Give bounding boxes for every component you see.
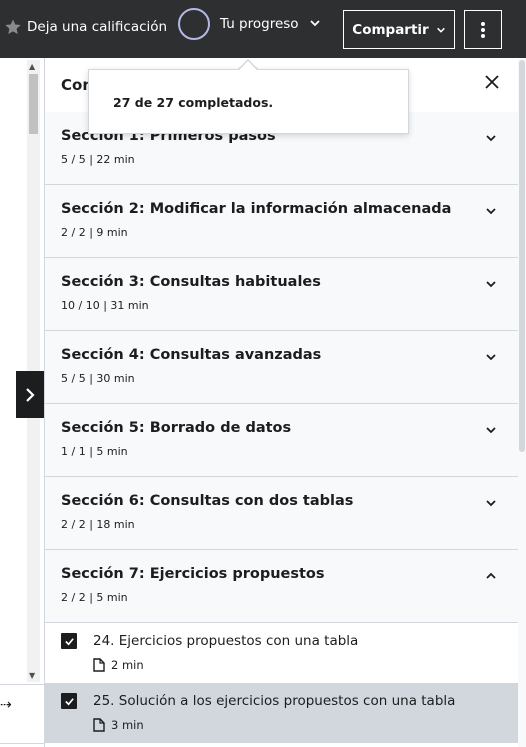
more-vertical-icon [481,21,485,38]
section-meta: 5 / 5 | 30 min [61,372,135,385]
section-title: Sección 5: Borrado de datos [61,420,292,436]
arrow-right-icon[interactable]: ⇢ [0,697,12,713]
section-title: Sección 7: Ejercicios propuestos [61,566,325,582]
section-meta: 5 / 5 | 22 min [61,153,135,166]
section-meta: 1 / 1 | 5 min [61,445,128,458]
checkmark-icon [64,637,74,645]
chevron-up-icon [486,572,496,579]
scroll-up-icon[interactable]: ▲ [29,62,35,71]
chevron-down-icon [436,27,445,33]
lesson-duration: 2 min [111,658,144,672]
lesson-checkbox[interactable] [61,693,77,709]
section-title: Sección 4: Consultas avanzadas [61,347,322,363]
star-icon [5,19,21,35]
lesson-item[interactable]: 24. Ejercicios propuestos con una tabla … [45,623,518,683]
section-title: Sección 6: Consultas con dos tablas [61,493,354,509]
lesson-checkbox[interactable] [61,633,77,649]
chevron-down-icon [486,281,496,288]
lesson-title: 25. Solución a los ejercicios propuestos… [93,693,456,709]
scroll-down-icon[interactable]: ▼ [29,671,35,680]
section-meta: 2 / 2 | 18 min [61,518,135,531]
checkmark-icon [64,697,74,705]
scroll-thumb[interactable] [29,74,38,134]
section-title: Sección 3: Consultas habituales [61,274,321,290]
lesson-item-active[interactable]: 25. Solución a los ejercicios propuestos… [45,683,518,743]
section-6[interactable]: Sección 6: Consultas con dos tablas 2 / … [45,477,518,550]
section-meta: 2 / 2 | 9 min [61,226,128,239]
document-icon [93,718,105,732]
section-5[interactable]: Sección 5: Borrado de datos 1 / 1 | 5 mi… [45,404,518,477]
lesson-duration: 3 min [111,718,144,732]
chevron-down-icon [486,135,496,142]
progress-tooltip-text: 27 de 27 completados. [113,95,274,110]
tooltip-arrow [238,61,258,71]
progress-label: Tu progreso [220,16,299,32]
right-scroll-thumb[interactable] [519,60,525,452]
rate-course-button[interactable]: Deja una calificación [4,18,167,36]
share-label: Compartir [352,21,429,38]
chevron-down-icon [486,427,496,434]
document-icon [93,658,105,672]
lesson-meta: 3 min [93,718,144,732]
chevron-down-icon [486,354,496,361]
chevron-down-icon [486,500,496,507]
course-content-sidebar: Contenido del curso Sección 1: Primeros … [44,58,518,747]
section-meta: 2 / 2 | 5 min [61,591,128,604]
share-button[interactable]: Compartir [343,10,455,49]
divider [0,743,44,744]
progress-ring-icon [178,8,210,40]
lesson-meta: 2 min [93,658,144,672]
section-3[interactable]: Sección 3: Consultas habituales 10 / 10 … [45,258,518,331]
chevron-down-icon [309,20,320,27]
section-4[interactable]: Sección 4: Consultas avanzadas 5 / 5 | 3… [45,331,518,404]
progress-button[interactable]: Tu progreso [178,8,321,40]
top-bar: Deja una calificación Tu progreso Compar… [0,0,526,58]
section-meta: 10 / 10 | 31 min [61,299,149,312]
progress-tooltip: 27 de 27 completados. [88,69,409,134]
rate-course-label: Deja una calificación [27,19,168,35]
section-title: Sección 2: Modificar la información alma… [61,201,452,217]
lesson-title: 24. Ejercicios propuestos con una tabla [93,633,359,649]
section-7[interactable]: Sección 7: Ejercicios propuestos 2 / 2 |… [45,550,518,623]
close-icon[interactable] [485,75,499,89]
chevron-down-icon [486,208,496,215]
more-options-button[interactable] [464,10,502,49]
divider [0,684,44,685]
expand-panel-button[interactable] [16,371,44,418]
section-2[interactable]: Sección 2: Modificar la información alma… [45,185,518,258]
chevron-right-icon [26,387,35,402]
